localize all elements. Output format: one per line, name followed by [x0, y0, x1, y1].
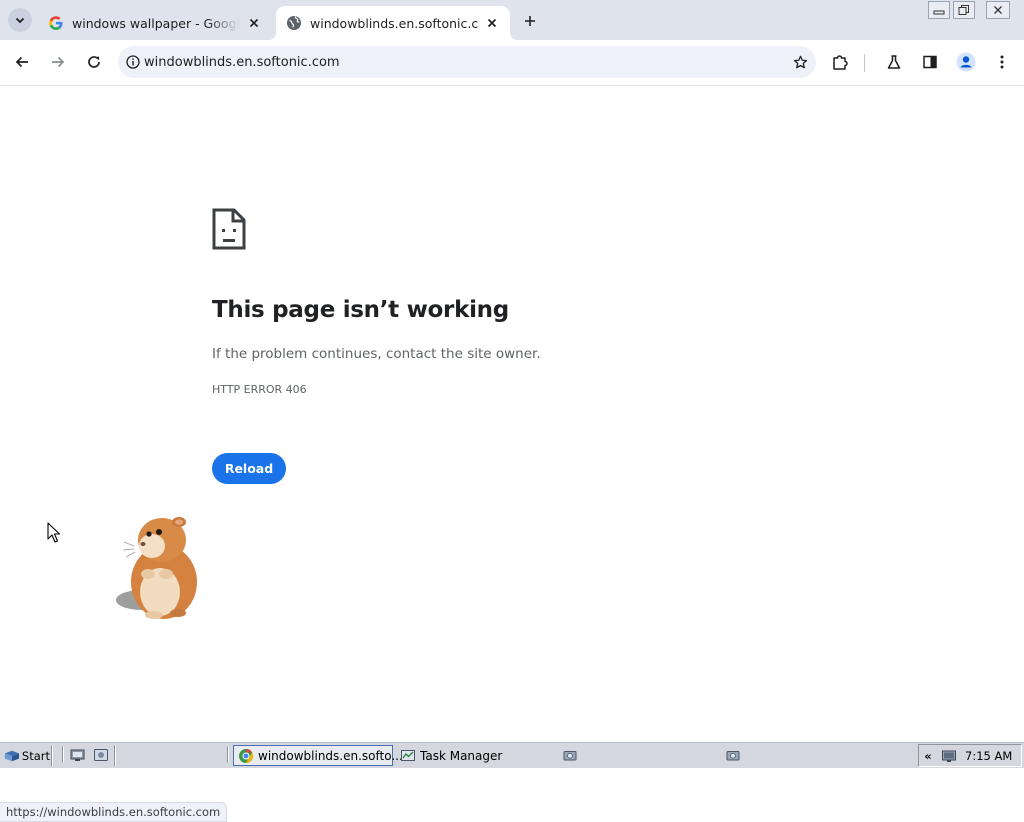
- side-panel-button[interactable]: [916, 48, 944, 76]
- info-icon: [126, 55, 140, 69]
- globe-icon: [287, 16, 301, 30]
- new-tab-button[interactable]: [517, 8, 543, 34]
- camera-icon[interactable]: [562, 747, 578, 763]
- side-panel-icon: [923, 55, 937, 69]
- site-info-button[interactable]: [124, 53, 142, 71]
- tab-title: windows wallpaper - Google Search: [72, 15, 240, 31]
- taskbar: Start windowblinds.en.softo... Task Mana…: [0, 741, 1024, 768]
- tab-strip: windows wallpaper - Google Search window…: [0, 0, 1024, 40]
- forward-button[interactable]: [44, 48, 72, 76]
- task-task-manager[interactable]: Task Manager: [396, 745, 546, 766]
- minimize-button[interactable]: [928, 1, 950, 19]
- reload-toolbar-button[interactable]: [80, 48, 108, 76]
- minimize-icon: [933, 10, 945, 15]
- sad-document-icon: [212, 208, 246, 250]
- close-tab-button[interactable]: [484, 15, 500, 31]
- more-vertical-icon: [1000, 55, 1004, 69]
- restore-button[interactable]: [953, 1, 975, 19]
- browser-toolbar: [0, 40, 1024, 86]
- clock[interactable]: 7:15 AM: [965, 749, 1012, 763]
- restore-icon: [958, 5, 969, 15]
- start-button[interactable]: Start: [4, 745, 50, 766]
- status-bubble: https://windowblinds.en.softonic.com: [0, 802, 228, 822]
- close-icon: [994, 6, 1002, 14]
- google-icon: [49, 16, 63, 30]
- reload-icon: [88, 56, 100, 68]
- toolbar-divider: [864, 54, 865, 72]
- profile-button[interactable]: [952, 48, 980, 76]
- network-icon[interactable]: [941, 748, 957, 764]
- close-tab-button[interactable]: [246, 15, 262, 31]
- task-label: windowblinds.en.softo...: [258, 748, 403, 763]
- taskbar-separator: [114, 745, 116, 766]
- back-button[interactable]: [8, 48, 36, 76]
- tray-expand-button[interactable]: «: [919, 749, 937, 763]
- error-message: If the problem continues, contact the si…: [212, 346, 541, 362]
- flask-icon: [887, 55, 901, 69]
- taskbar-separator: [51, 745, 53, 766]
- reload-button[interactable]: Reload: [212, 453, 286, 484]
- plus-icon: [525, 16, 535, 26]
- close-icon: [249, 18, 259, 28]
- task-label: Task Manager: [420, 748, 503, 763]
- tab-google-search[interactable]: windows wallpaper - Google Search: [38, 6, 272, 40]
- extensions-button[interactable]: [826, 48, 854, 76]
- close-icon: [487, 18, 497, 28]
- start-label: Start: [21, 748, 50, 763]
- tab-search-button[interactable]: [8, 8, 32, 32]
- system-tray: « 7:15 AM: [918, 744, 1022, 767]
- chrome-icon: [239, 748, 254, 763]
- explorer-icon[interactable]: [93, 747, 109, 763]
- error-code: HTTP ERROR 406: [212, 383, 307, 396]
- address-bar[interactable]: [118, 46, 816, 78]
- start-icon: [4, 750, 20, 761]
- bookmark-button[interactable]: [790, 52, 810, 72]
- avatar-icon: [956, 52, 976, 72]
- show-desktop-icon[interactable]: [70, 747, 86, 763]
- taskbar-grip: [227, 747, 229, 763]
- page-content: This page isn’t working If the problem c…: [0, 87, 1024, 822]
- hamster-mascot-icon: [116, 517, 197, 619]
- close-window-button[interactable]: [986, 1, 1010, 19]
- arrow-right-icon: [52, 56, 65, 68]
- tab-windowblinds[interactable]: windowblinds.en.softonic.com: [268, 6, 518, 40]
- url-input[interactable]: [142, 53, 782, 71]
- chevron-down-icon: [15, 17, 25, 24]
- tab-title: windowblinds.en.softonic.com: [310, 15, 478, 31]
- puzzle-icon: [833, 55, 848, 70]
- task-manager-icon: [401, 749, 415, 761]
- menu-button[interactable]: [988, 48, 1016, 76]
- camera-icon[interactable]: [725, 747, 741, 763]
- error-title: This page isn’t working: [212, 297, 509, 323]
- labs-button[interactable]: [880, 48, 908, 76]
- mouse-cursor-icon: [47, 522, 61, 543]
- taskbar-grip: [62, 747, 64, 763]
- star-icon: [793, 55, 807, 68]
- task-browser[interactable]: windowblinds.en.softo...: [233, 745, 403, 766]
- arrow-left-icon: [15, 56, 28, 68]
